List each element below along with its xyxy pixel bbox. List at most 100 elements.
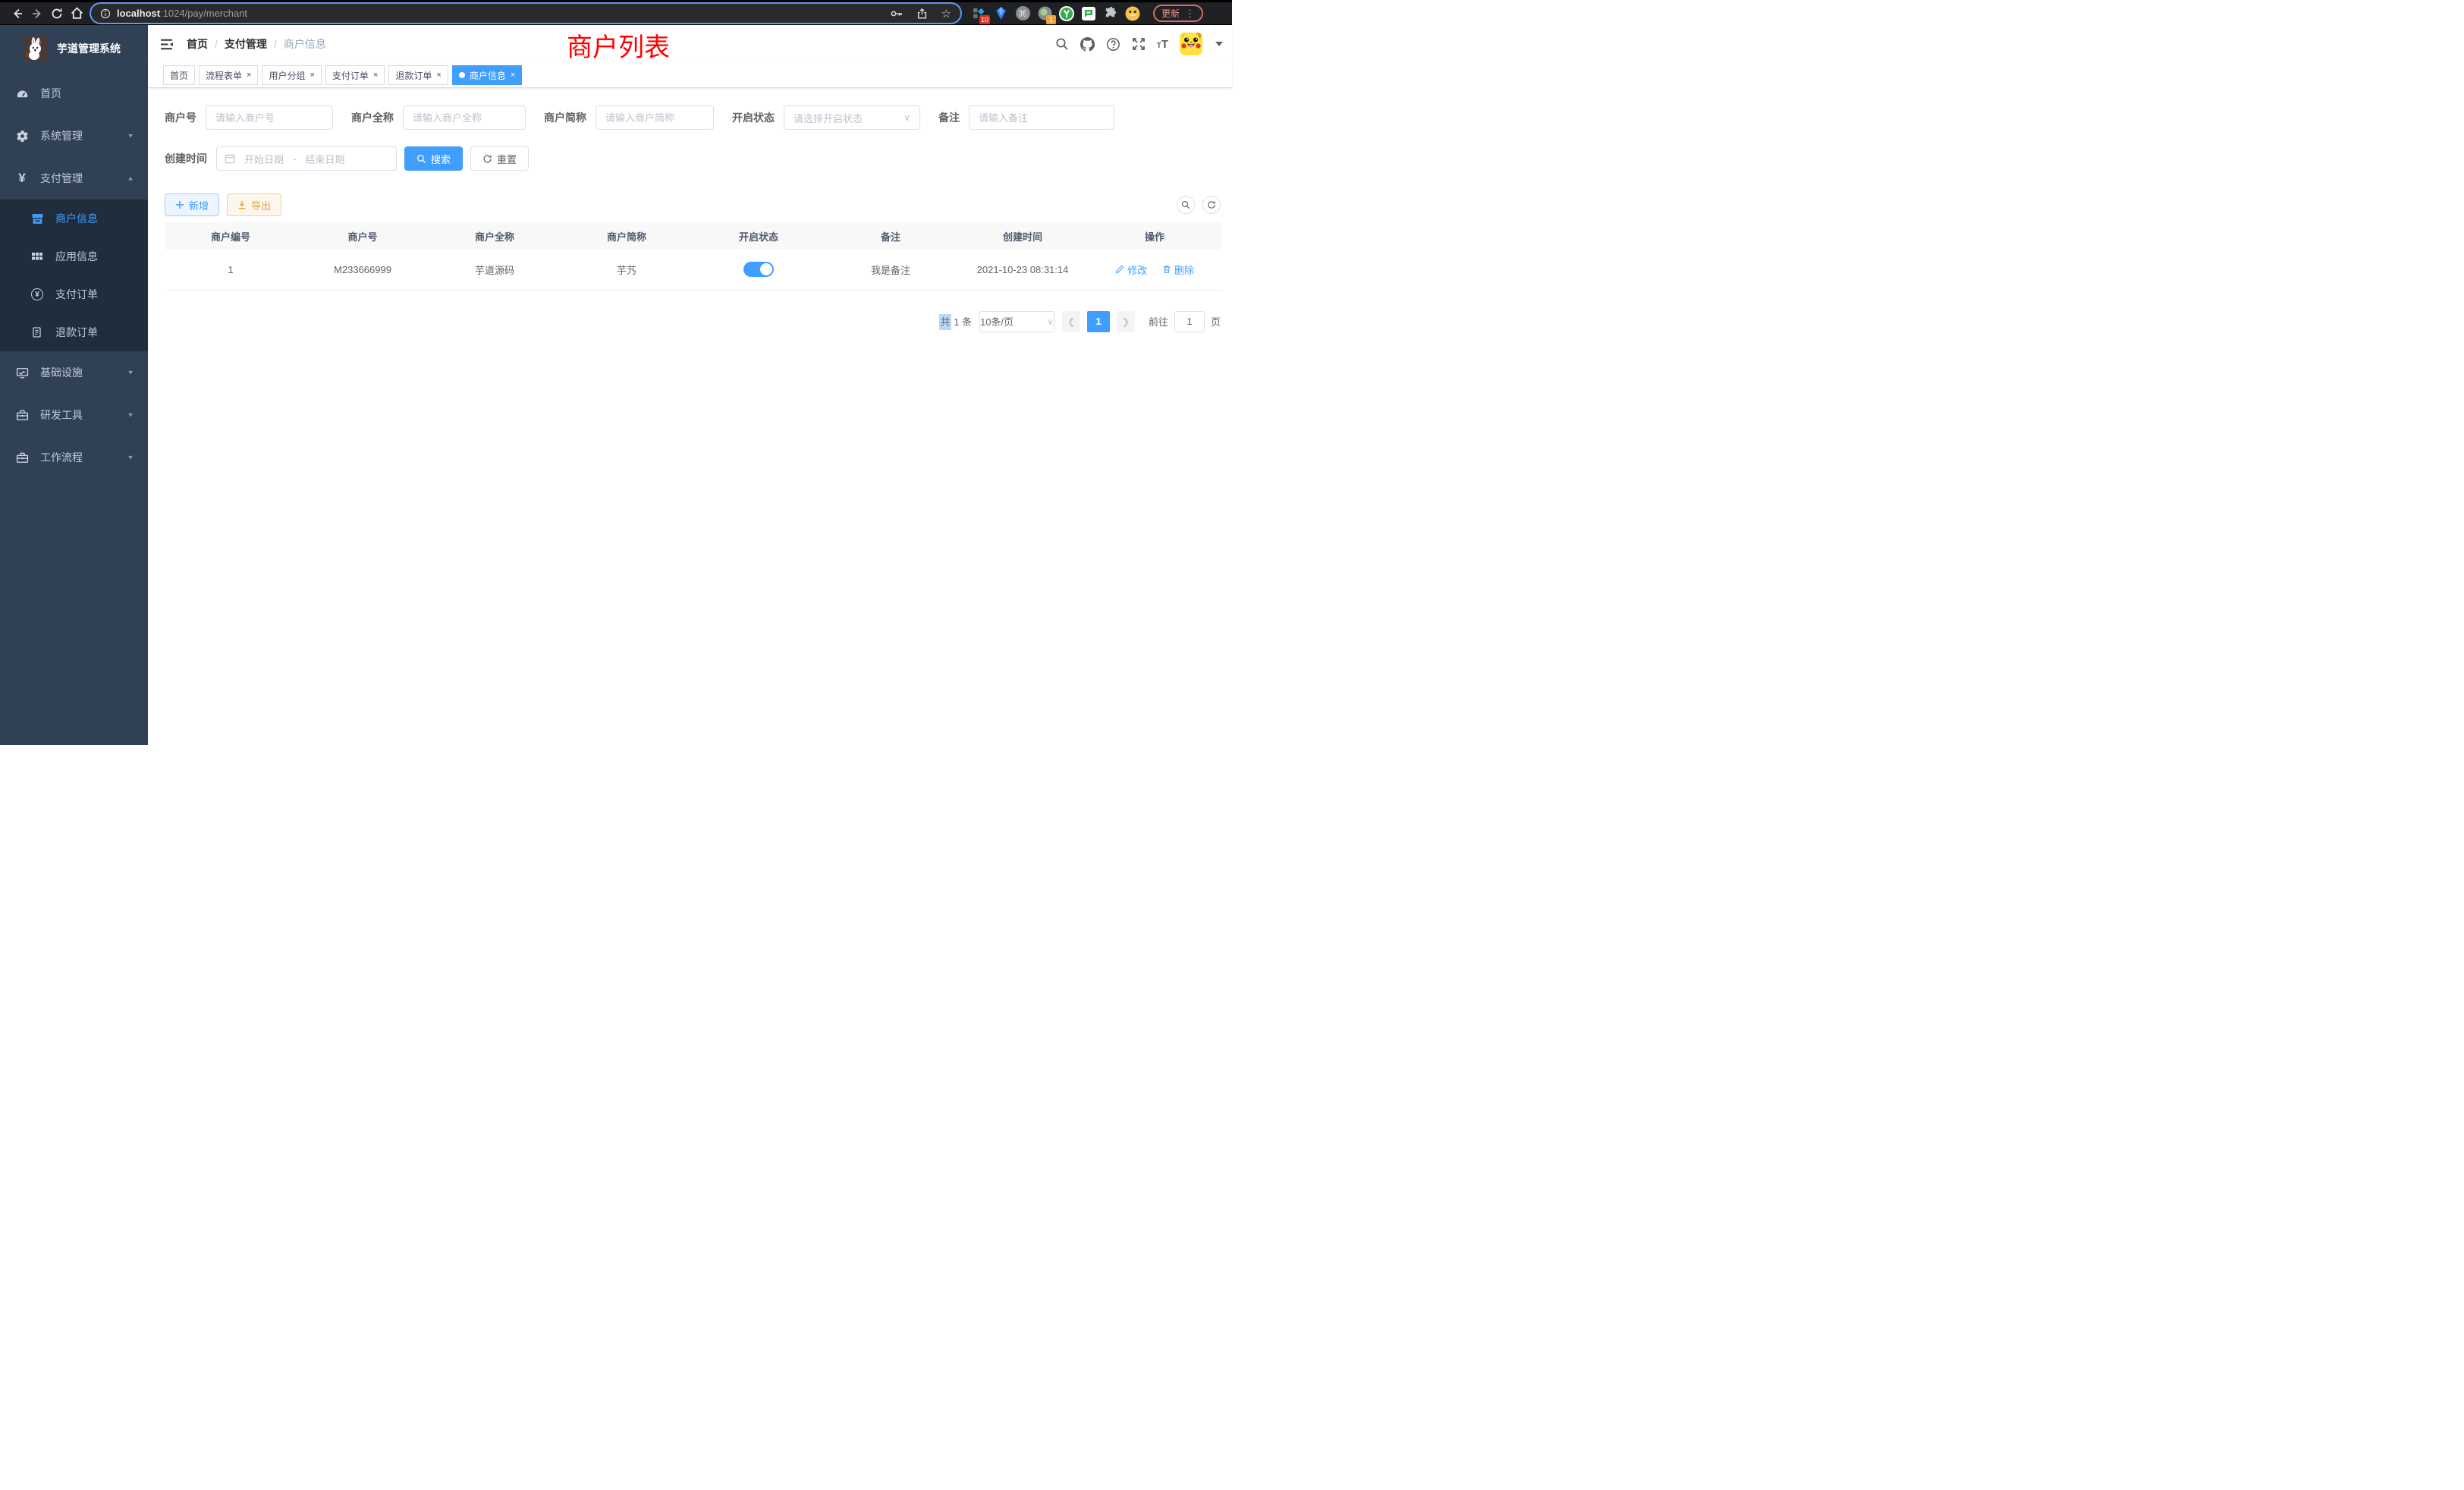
prev-page-button[interactable]: ❮ xyxy=(1062,311,1080,332)
reset-button[interactable]: 重置 xyxy=(470,146,529,171)
breadcrumb-payment[interactable]: 支付管理 xyxy=(225,36,267,52)
share-icon[interactable] xyxy=(916,8,928,20)
url-path: :1024/pay/merchant xyxy=(160,8,247,19)
extension-gem-icon[interactable] xyxy=(993,6,1008,21)
edit-link[interactable]: 修改 xyxy=(1115,262,1147,277)
extension-chat-icon[interactable] xyxy=(1081,6,1096,21)
tab-label: 用户分组 xyxy=(269,69,305,82)
sidebar-item-pay-orders[interactable]: ¥ 支付订单 xyxy=(0,275,148,313)
chevron-down-icon: ∨ xyxy=(904,112,910,123)
close-icon[interactable]: × xyxy=(436,71,441,80)
browser-back-button[interactable] xyxy=(8,4,27,24)
tab-process-form[interactable]: 流程表单 × xyxy=(199,65,258,85)
search-label: 搜索 xyxy=(431,152,451,166)
browser-menu-icon[interactable]: ⋮ xyxy=(1185,8,1195,20)
search-button[interactable]: 搜索 xyxy=(404,146,463,171)
address-bar[interactable]: localhost:1024/pay/merchant ☆ xyxy=(91,4,960,23)
refresh-icon xyxy=(482,154,492,164)
sidebar-item-label: 支付订单 xyxy=(55,287,134,302)
extension-y-icon[interactable] xyxy=(1059,6,1074,21)
tab-refund-orders[interactable]: 退款订单 × xyxy=(388,65,448,85)
tab-label: 退款订单 xyxy=(395,69,432,82)
sidebar-item-merchant-info[interactable]: 商户信息 xyxy=(0,200,148,237)
browser-forward-button[interactable] xyxy=(27,4,47,24)
bookmark-star-icon[interactable]: ☆ xyxy=(941,7,951,20)
col-create-time: 创建时间 xyxy=(957,222,1089,250)
browser-update-button[interactable]: 更新 ⋮ xyxy=(1153,5,1203,22)
tab-home[interactable]: 首页 xyxy=(163,65,195,85)
user-avatar[interactable] xyxy=(1180,33,1202,55)
annotation-title: 商户列表 xyxy=(567,27,670,64)
sidebar-item-app-info[interactable]: 应用信息 xyxy=(0,237,148,275)
plus-icon xyxy=(175,200,184,209)
tab-merchant-info[interactable]: 商户信息× xyxy=(452,65,522,85)
short-name-input[interactable] xyxy=(596,105,714,130)
chevron-up-icon: ▲ xyxy=(127,175,134,182)
extension-badge: 10 xyxy=(979,15,990,24)
password-key-icon[interactable] xyxy=(891,8,903,20)
avatar-caret-icon[interactable] xyxy=(1215,42,1223,46)
select-placeholder: 请选择开启状态 xyxy=(794,111,863,125)
font-size-icon[interactable]: TT xyxy=(1157,38,1168,51)
sidebar-item-infrastructure[interactable]: 基础设施 ▼ xyxy=(0,351,148,394)
sidebar-collapse-button[interactable] xyxy=(159,37,174,52)
profile-emoji-avatar[interactable] xyxy=(1125,6,1140,21)
goto-page-input[interactable] xyxy=(1174,311,1205,332)
sidebar-item-home[interactable]: 首页 xyxy=(0,72,148,115)
extensions-puzzle-icon[interactable] xyxy=(1103,6,1118,21)
browser-home-button[interactable] xyxy=(67,4,86,24)
tab-user-group[interactable]: 用户分组 × xyxy=(262,65,321,85)
extension-command-icon[interactable]: ⌘ xyxy=(1015,6,1030,21)
sidebar-item-refund-orders[interactable]: 退款订单 xyxy=(0,313,148,351)
status-toggle[interactable] xyxy=(743,262,774,277)
close-icon[interactable]: × xyxy=(247,71,251,80)
breadcrumb-home[interactable]: 首页 xyxy=(187,36,208,52)
status-select[interactable]: 请选择开启状态 ∨ xyxy=(784,105,920,130)
remark-input[interactable] xyxy=(969,105,1114,130)
app-logo-row[interactable]: 芋道管理系统 xyxy=(0,25,148,72)
page-info-icon[interactable] xyxy=(100,8,111,19)
tab-label: 首页 xyxy=(170,69,188,82)
date-range-input[interactable]: 开始日期 - 结束日期 xyxy=(216,146,397,171)
page-number-button[interactable]: 1 xyxy=(1087,311,1110,332)
cell-status xyxy=(693,250,825,290)
merchant-table: 商户编号 商户号 商户全称 商户简称 开启状态 备注 创建时间 操作 1 M23… xyxy=(165,222,1221,291)
back-icon xyxy=(11,8,24,20)
fullscreen-icon[interactable] xyxy=(1132,37,1146,51)
extension-sidebar-icon[interactable]: 10 xyxy=(971,6,986,21)
app-logo-rabbit-image xyxy=(23,36,47,61)
delete-link[interactable]: 删除 xyxy=(1162,262,1194,277)
add-button[interactable]: 新增 xyxy=(165,193,219,216)
next-page-button[interactable]: ❯ xyxy=(1117,311,1135,332)
extension-status-icon[interactable]: 1 xyxy=(1037,6,1052,21)
close-icon[interactable]: × xyxy=(511,71,515,80)
toggle-search-button[interactable] xyxy=(1177,196,1195,214)
sidebar-item-system[interactable]: 系统管理 ▼ xyxy=(0,115,148,157)
chevron-down-icon: ▼ xyxy=(127,412,134,419)
filter-label: 备注 xyxy=(938,110,969,125)
help-icon[interactable] xyxy=(1106,37,1120,52)
github-icon[interactable] xyxy=(1080,37,1095,52)
total-count: 共 1 条 xyxy=(939,314,971,328)
close-icon[interactable]: × xyxy=(373,71,378,80)
date-end-placeholder: 结束日期 xyxy=(305,152,344,166)
page-size-select[interactable]: 10条/页 ∨ xyxy=(979,311,1054,332)
filter-short-name: 商户简称 xyxy=(544,105,714,130)
sidebar-item-dev-tools[interactable]: 研发工具 ▼ xyxy=(0,394,148,436)
extension-badge: 1 xyxy=(1046,15,1056,24)
tab-pay-orders[interactable]: 支付订单× xyxy=(325,65,385,85)
search-icon[interactable] xyxy=(1055,37,1069,51)
export-button[interactable]: 导出 xyxy=(227,193,281,216)
close-icon[interactable]: × xyxy=(310,71,314,80)
cell-create-time: 2021-10-23 08:31:14 xyxy=(957,250,1089,290)
merchant-no-input[interactable] xyxy=(206,105,333,130)
filter-row-2: 创建时间 开始日期 - 结束日期 搜索 重置 xyxy=(165,146,1221,171)
active-dot xyxy=(459,72,465,78)
refresh-table-button[interactable] xyxy=(1202,196,1221,214)
sidebar-item-label: 商户信息 xyxy=(55,211,134,226)
sidebar-item-payment[interactable]: ¥ 支付管理 ▲ xyxy=(0,157,148,200)
tab-label: 流程表单 xyxy=(206,69,242,82)
full-name-input[interactable] xyxy=(403,105,526,130)
sidebar-item-workflow[interactable]: 工作流程 ▼ xyxy=(0,436,148,479)
browser-reload-button[interactable] xyxy=(47,4,67,24)
